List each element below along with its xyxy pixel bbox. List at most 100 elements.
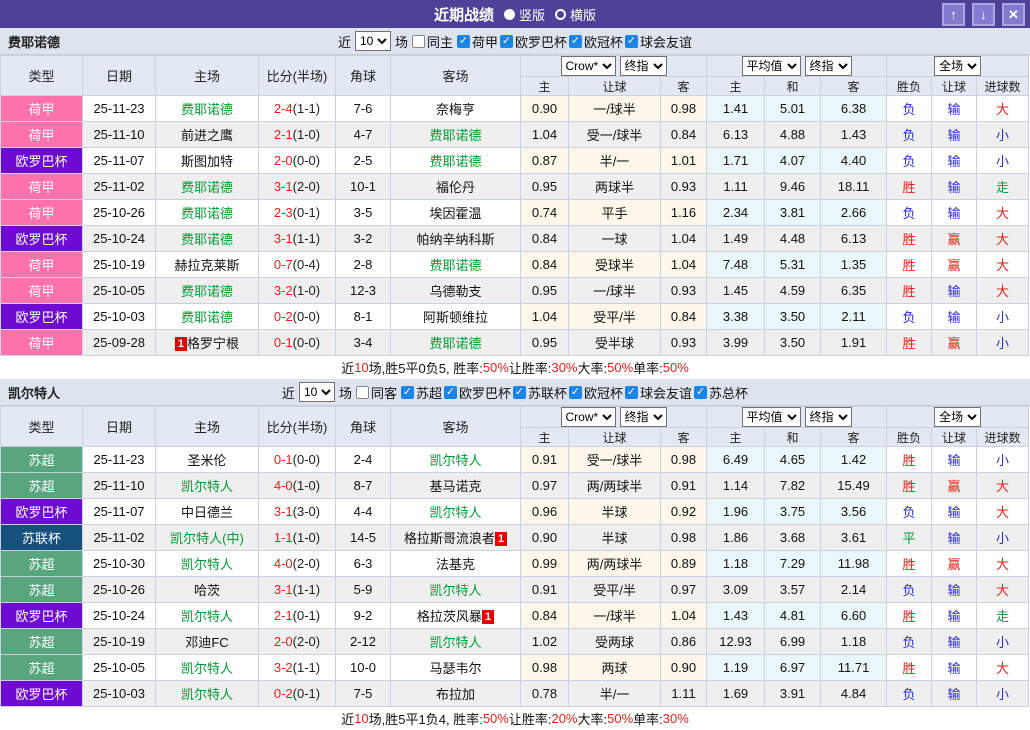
col-avg-home: 主: [707, 77, 765, 96]
fulltime-score: 0-2: [274, 686, 293, 701]
handicap-result-cell: 输: [932, 577, 977, 603]
date-cell: 25-11-10: [83, 473, 156, 499]
handicap-home-odds-cell: 0.90: [521, 96, 569, 122]
result-cell: 胜: [887, 330, 932, 356]
home-team-name: 凯尔特人(中): [170, 531, 244, 546]
league-filter-checkbox[interactable]: ✓欧冠杯: [569, 383, 623, 402]
home-team-cell: 费耶诺德: [156, 174, 259, 200]
away-team-name: 凯尔特人: [429, 583, 481, 598]
result-cell: 负: [887, 200, 932, 226]
bookmaker-select[interactable]: Crow*: [561, 407, 616, 427]
league-filter-checkbox[interactable]: ✓欧罗巴杯: [500, 32, 567, 51]
col-handicap-result: 让球: [932, 428, 977, 447]
home-team-name: 凯尔特人: [181, 687, 233, 702]
away-team-cell: 凯尔特人: [391, 629, 521, 655]
col-home: 主场: [156, 56, 259, 96]
corner-cell: 2-5: [336, 148, 391, 174]
move-down-button[interactable]: ↓: [972, 3, 995, 26]
close-button[interactable]: ✕: [1002, 3, 1025, 26]
score-cell: 0-1(0-0): [259, 447, 336, 473]
checkbox-checked-icon: ✓: [569, 386, 582, 399]
summary-segment: 50%: [483, 711, 509, 726]
away-team-cell: 法基克: [391, 551, 521, 577]
handicap-index-select[interactable]: 终指: [620, 56, 667, 76]
average-index-select[interactable]: 终指: [805, 407, 852, 427]
handicap-home-odds-cell: 0.74: [521, 200, 569, 226]
home-team-cell: 中日德兰: [156, 499, 259, 525]
league-filters: ✓苏超✓欧罗巴杯✓苏联杯✓欧冠杯✓球会友谊✓苏总杯: [401, 383, 748, 402]
league-filter-checkbox[interactable]: ✓欧冠杯: [569, 32, 623, 51]
handicap-away-odds-cell: 1.01: [661, 148, 707, 174]
handicap-result-cell: 输: [932, 200, 977, 226]
goals-result-cell: 小: [977, 148, 1029, 174]
score-cell: 2-1(1-0): [259, 122, 336, 148]
handicap-index-select[interactable]: 终指: [620, 407, 667, 427]
date-cell: 25-10-05: [83, 278, 156, 304]
home-team-name: 费耶诺德: [181, 232, 233, 247]
league-filter-checkbox[interactable]: ✓欧罗巴杯: [444, 383, 511, 402]
col-away: 客场: [391, 407, 521, 447]
halftime-score: (0-4): [293, 257, 320, 272]
league-filter-checkbox[interactable]: ✓球会友谊: [625, 32, 692, 51]
summary-segment: 30%: [551, 360, 577, 375]
same-side-checkbox[interactable]: 同主: [412, 32, 453, 51]
checkbox-unchecked-icon: [356, 386, 369, 399]
home-team-name: 格罗宁根: [187, 336, 239, 351]
avg-home-odds-cell: 1.45: [707, 278, 765, 304]
move-up-button[interactable]: ↑: [942, 3, 965, 26]
avg-away-odds-cell: 1.18: [821, 629, 887, 655]
league-badge-cell: 荷甲: [1, 122, 83, 148]
summary-text: 近10场,胜5平0负5, 胜率:50% 让胜率:30% 大率:50% 单率:50…: [0, 356, 1030, 379]
league-filter-label: 荷甲: [472, 32, 498, 51]
home-team-cell: 费耶诺德: [156, 226, 259, 252]
result-cell: 负: [887, 122, 932, 148]
date-cell: 25-10-05: [83, 655, 156, 681]
summary-segment: 单率:: [633, 358, 663, 377]
avg-away-odds-cell: 1.42: [821, 447, 887, 473]
handicap-home-odds-cell: 1.04: [521, 122, 569, 148]
handicap-result-cell: 输: [932, 148, 977, 174]
goals-result-cell: 小: [977, 304, 1029, 330]
result-cell: 胜: [887, 278, 932, 304]
league-filter-checkbox[interactable]: ✓苏联杯: [513, 383, 567, 402]
league-filter-checkbox[interactable]: ✓荷甲: [457, 32, 498, 51]
handicap-home-odds-cell: 0.78: [521, 681, 569, 707]
corner-cell: 5-9: [336, 577, 391, 603]
score-cell: 3-1(1-1): [259, 577, 336, 603]
avg-away-odds-cell: 18.11: [821, 174, 887, 200]
league-badge-cell: 荷甲: [1, 174, 83, 200]
fulltime-select[interactable]: 全场: [934, 407, 981, 427]
average-select[interactable]: 平均值: [742, 407, 801, 427]
fulltime-select[interactable]: 全场: [934, 56, 981, 76]
league-badge-cell: 苏超: [1, 473, 83, 499]
league-filter-checkbox[interactable]: ✓苏超: [401, 383, 442, 402]
average-select[interactable]: 平均值: [742, 56, 801, 76]
goals-result-cell: 小: [977, 330, 1029, 356]
col-avg-home: 主: [707, 428, 765, 447]
same-side-checkbox[interactable]: 同客: [356, 383, 397, 402]
near-count-select[interactable]: 10: [355, 31, 391, 51]
col-score: 比分(半场): [259, 407, 336, 447]
home-team-cell: 凯尔特人(中): [156, 525, 259, 551]
layout-vertical-radio[interactable]: 竖版: [504, 5, 545, 24]
near-count-select[interactable]: 10: [299, 382, 335, 402]
home-team-cell: 邓迪FC: [156, 629, 259, 655]
average-index-select[interactable]: 终指: [805, 56, 852, 76]
col-goals-result: 进球数: [977, 428, 1029, 447]
date-cell: 25-10-26: [83, 200, 156, 226]
handicap-result-cell: 输: [932, 174, 977, 200]
league-filter-checkbox[interactable]: ✓苏总杯: [694, 383, 748, 402]
handicap-away-odds-cell: 0.98: [661, 96, 707, 122]
avg-draw-odds-cell: 4.59: [765, 278, 821, 304]
handicap-home-odds-cell: 0.87: [521, 148, 569, 174]
col-date: 日期: [83, 56, 156, 96]
fulltime-score: 0-1: [274, 452, 293, 467]
bookmaker-select[interactable]: Crow*: [561, 56, 616, 76]
home-team-name: 费耶诺德: [181, 284, 233, 299]
layout-horizontal-radio[interactable]: 横版: [555, 5, 596, 24]
match-row: 苏超25-10-05凯尔特人3-2(1-1)10-0马瑟韦尔0.98两球0.90…: [1, 655, 1029, 681]
league-filter-checkbox[interactable]: ✓球会友谊: [625, 383, 692, 402]
match-row: 欧罗巴杯25-10-03费耶诺德0-2(0-0)8-1阿斯顿维拉1.04受平/半…: [1, 304, 1029, 330]
avg-draw-odds-cell: 3.57: [765, 577, 821, 603]
goals-result-cell: 走: [977, 603, 1029, 629]
